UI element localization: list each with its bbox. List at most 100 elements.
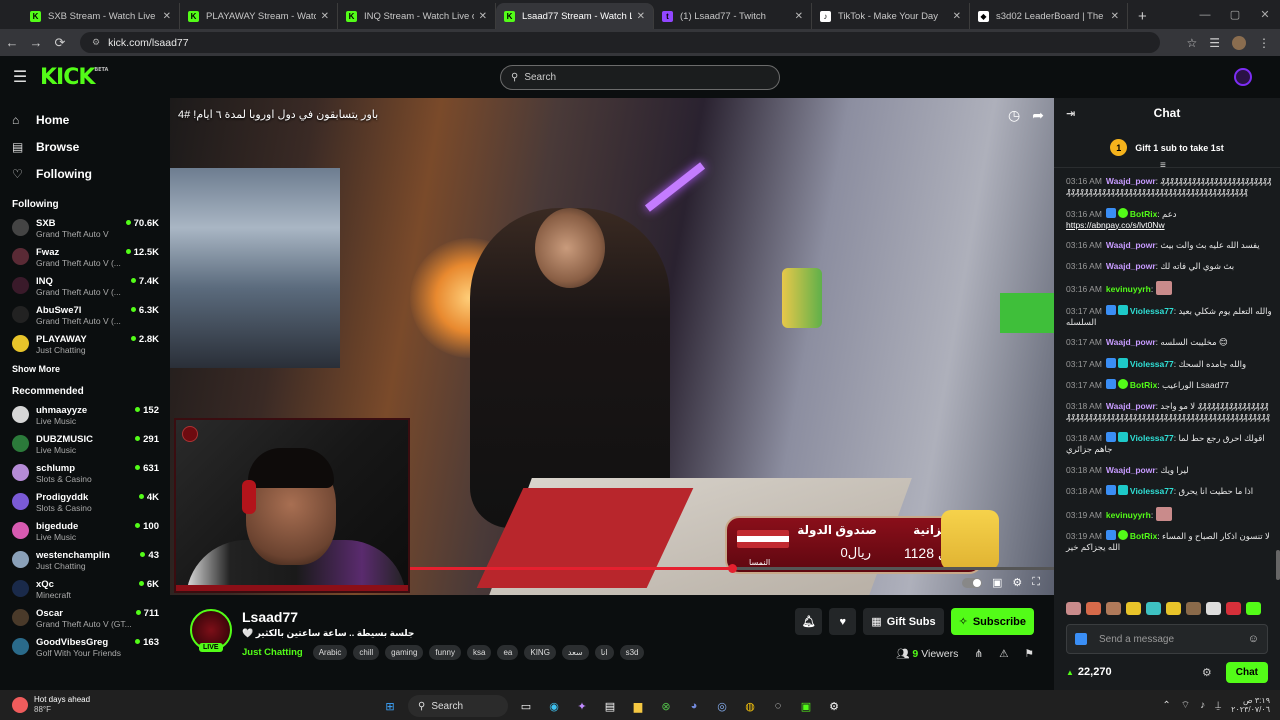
video-progress-bar[interactable] [410, 564, 1054, 573]
copilot-icon[interactable]: ✦ [572, 696, 592, 716]
tab-close-icon[interactable]: ✕ [637, 11, 645, 22]
tab-close-icon[interactable]: ✕ [479, 11, 487, 22]
emoji-icon[interactable]: ☺ [1248, 633, 1259, 645]
quick-emote[interactable] [1066, 602, 1081, 615]
quick-emote[interactable] [1146, 602, 1161, 615]
share-stream-icon[interactable]: ⋔ [974, 648, 983, 660]
stream-tag[interactable]: funny [429, 645, 461, 660]
profile-avatar[interactable] [1232, 35, 1246, 50]
share-icon[interactable]: ➦ [1032, 107, 1044, 124]
report-icon[interactable]: ⚠ [999, 648, 1008, 660]
discord-icon[interactable]: ◕ [684, 696, 704, 716]
sidebar-channel[interactable]: schlump Slots & Casino 631 [0, 459, 168, 488]
streamer-name[interactable]: Lsaad77 [242, 609, 298, 625]
sidebar-channel[interactable]: PLAYAWAY Just Chatting 2.8K [0, 330, 168, 359]
chat-username[interactable]: Violessa77 [1130, 306, 1174, 316]
browser-menu-icon[interactable]: ⋮ [1258, 36, 1270, 50]
settings-gear-icon[interactable]: ⚙ [1012, 576, 1022, 589]
store-icon[interactable]: ▤ [600, 696, 620, 716]
xbox-icon[interactable]: ⊗ [656, 696, 676, 716]
kick-logo[interactable]: KICK BETA [40, 65, 108, 90]
back-icon[interactable]: ← [0, 35, 24, 50]
stream-tag[interactable]: ksa [467, 645, 492, 660]
browser-tab[interactable]: ♪ TikTok - Make Your Day ✕ [812, 3, 970, 29]
sidebar-channel[interactable]: xQc Minecraft 6K [0, 575, 168, 604]
chat-username[interactable]: BotRix [1130, 380, 1157, 390]
autoplay-toggle[interactable] [962, 577, 983, 588]
chat-settings-icon[interactable]: ⚙ [1202, 666, 1212, 679]
obs-icon[interactable]: ◌ [768, 696, 788, 716]
search-input[interactable]: ⚲ Search [500, 65, 780, 90]
stream-tag[interactable]: سعد [561, 645, 589, 660]
quick-emote[interactable] [1126, 602, 1141, 615]
chat-username[interactable]: Waajd_powr [1106, 465, 1156, 475]
browser-tab[interactable]: t (1) Lsaad77 - Twitch ✕ [654, 3, 812, 29]
mic-icon[interactable]: ⍊ [1215, 700, 1221, 711]
more-options-icon[interactable]: ⚑ [1025, 648, 1034, 660]
settings-app-icon[interactable]: ⚙ [824, 696, 844, 716]
channel-points[interactable]: 22,270 [1066, 666, 1112, 678]
browser-tab[interactable]: ◆ s3d02 LeaderBoard | The best Leaderboar… [970, 3, 1128, 29]
sidebar-channel[interactable]: uhmaayyze Live Music 152 [0, 401, 168, 430]
file-explorer-icon[interactable]: ▆ [628, 696, 648, 716]
captions-icon[interactable]: ▣ [992, 576, 1002, 589]
quick-emote[interactable] [1246, 602, 1261, 615]
gift-leaderboard-banner[interactable]: 1 Gift 1 sub to take 1st ≡ [1054, 128, 1280, 171]
quick-emote[interactable] [1206, 602, 1221, 615]
tab-close-icon[interactable]: ✕ [795, 11, 803, 22]
maximize-icon[interactable]: ▢ [1220, 8, 1250, 21]
stream-tag[interactable]: KING [524, 645, 556, 660]
spotify-icon[interactable]: ▣ [796, 696, 816, 716]
fullscreen-icon[interactable]: ⛶ [1032, 576, 1040, 589]
send-chat-button[interactable]: Chat [1225, 661, 1268, 683]
bookmark-star-icon[interactable]: ☆ [1186, 36, 1197, 50]
browser-tab[interactable]: K SXB Stream - Watch Live on Kick ✕ [22, 3, 180, 29]
tab-close-icon[interactable]: ✕ [1111, 11, 1119, 22]
chat-username[interactable]: BotRix [1130, 531, 1157, 541]
volume-icon[interactable]: ♪ [1200, 700, 1205, 711]
stream-tag[interactable]: ea [497, 645, 519, 660]
tab-close-icon[interactable]: ✕ [321, 11, 329, 22]
quick-emote[interactable] [1106, 602, 1121, 615]
tab-close-icon[interactable]: ✕ [163, 11, 171, 22]
hamburger-menu-icon[interactable]: ☰ [0, 67, 40, 87]
chat-username[interactable]: Waajd_powr [1106, 261, 1156, 271]
weather-widget[interactable]: Hot days ahead 88°F [0, 695, 90, 715]
stream-tag[interactable]: Arabic [312, 645, 348, 660]
quick-emote[interactable] [1166, 602, 1181, 615]
sidebar-channel[interactable]: GoodVibesGreg Golf With Your Friends 163 [0, 633, 168, 662]
reload-icon[interactable]: ⟳ [48, 35, 72, 51]
collapse-chat-icon[interactable]: ⇥ [1066, 107, 1075, 120]
video-player[interactable]: باور يتسابقون في دول اوروبا لمدة ٦ ايام!… [170, 98, 1054, 595]
chat-username[interactable]: Violessa77 [1130, 433, 1174, 443]
edge-icon[interactable]: ◉ [544, 696, 564, 716]
chat-username[interactable]: Violessa77 [1130, 359, 1174, 369]
chat-username[interactable]: kevinuyyrh [1106, 284, 1151, 294]
clock[interactable]: ٣:١٩ ص ٢٠٢٣/٠٧/٠٦ [1231, 696, 1270, 714]
sidebar-channel[interactable]: DUBZMUSIC Live Music 291 [0, 430, 168, 459]
stream-category-link[interactable]: Just Chatting [242, 647, 303, 658]
chat-username[interactable]: kevinuyyrh [1106, 510, 1151, 520]
sidebar-nav-following[interactable]: ♡ Following [0, 160, 168, 187]
pinned-expand-icon[interactable]: ≡ [1160, 160, 1166, 171]
stream-tag[interactable]: chill [353, 645, 380, 660]
chat-username[interactable]: Waajd_powr [1106, 176, 1156, 186]
browser-tab[interactable]: K PLAYAWAY Stream - Watch Live on Kick ✕ [180, 3, 338, 29]
sidebar-channel[interactable]: Oscar Grand Theft Auto V (GT... 711 [0, 604, 168, 633]
tray-expand-icon[interactable]: ⌃ [1162, 700, 1170, 711]
follow-heart-button[interactable]: ♥ [829, 608, 857, 635]
stream-tag[interactable]: انا [594, 645, 614, 660]
close-window-icon[interactable]: ✕ [1250, 8, 1280, 21]
chat-username[interactable]: BotRix [1130, 209, 1157, 219]
chat-message-input[interactable]: Send a message ☺ [1066, 624, 1268, 654]
browser-tab[interactable]: K INQ Stream - Watch Live on Kick ✕ [338, 3, 496, 29]
chat-link[interactable]: https://abnpay.co/s/lvt0Nw [1066, 220, 1165, 230]
page-scrollbar[interactable] [1276, 550, 1280, 580]
chat-username[interactable]: Waajd_powr [1106, 337, 1156, 347]
sidebar-channel[interactable]: Prodigyddk Slots & Casino 4K [0, 488, 168, 517]
gift-subs-button[interactable]: ▦ Gift Subs [863, 608, 944, 635]
subscribe-button[interactable]: ✧ Subscribe [950, 608, 1034, 635]
reading-list-icon[interactable]: ☰ [1209, 36, 1220, 50]
new-tab-icon[interactable]: + [1128, 3, 1157, 29]
chat-username[interactable]: Waajd_powr [1106, 401, 1156, 411]
